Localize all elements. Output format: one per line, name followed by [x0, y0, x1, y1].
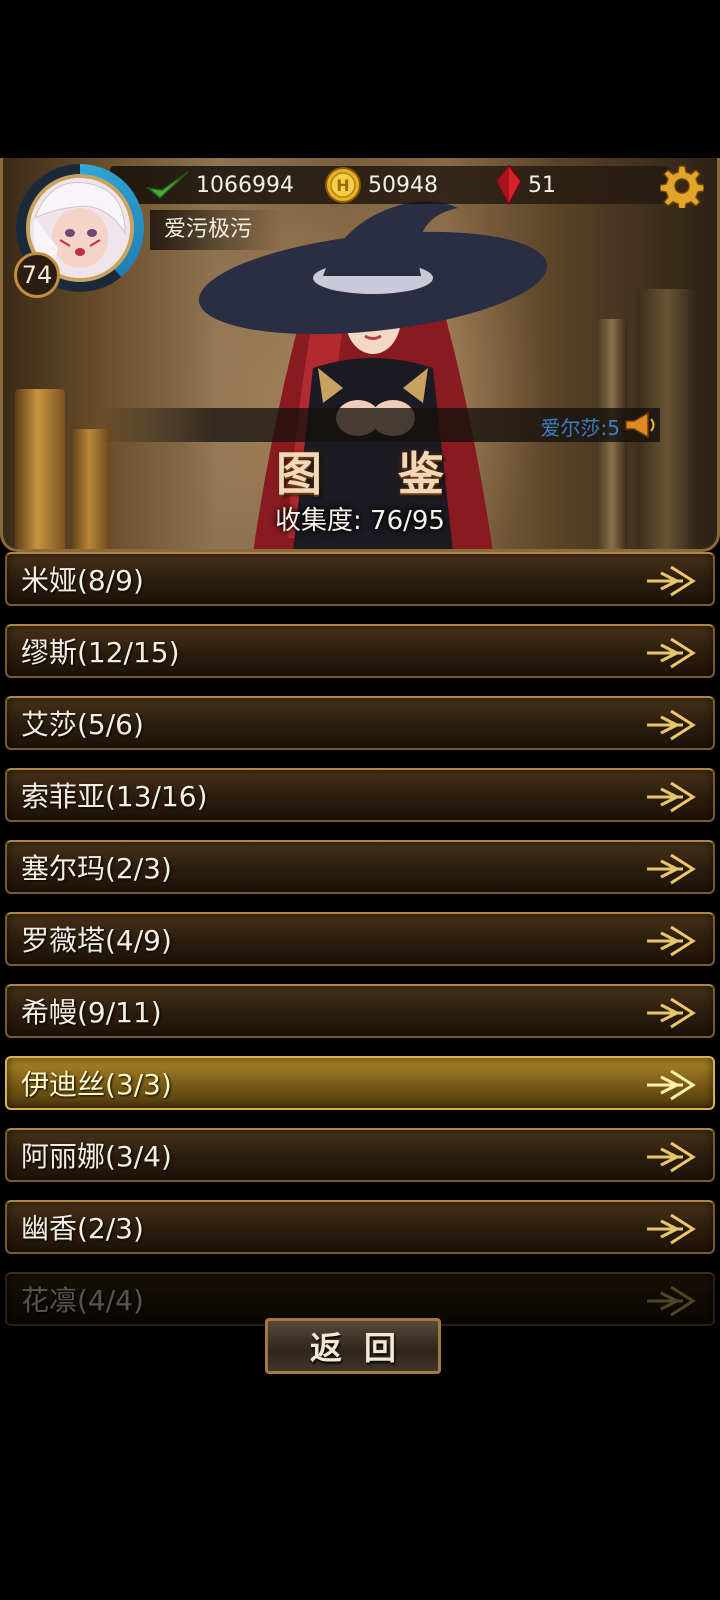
arrow-right-icon — [647, 709, 696, 741]
settings-gear-icon[interactable] — [660, 164, 704, 208]
svg-text:H: H — [336, 176, 349, 195]
arrow-right-icon — [647, 1285, 696, 1317]
gem-value: 51 — [528, 172, 556, 198]
page-title: 图 鉴 — [275, 447, 474, 501]
arrow-right-icon — [647, 1141, 696, 1173]
player-name: 爱污极污 — [150, 210, 283, 250]
arrow-right-icon — [647, 853, 696, 885]
announcement-marquee[interactable]: 爱尔莎:5 — [100, 408, 660, 442]
power-check-icon — [146, 171, 189, 199]
list-item[interactable]: 希幔(9/11) — [5, 984, 715, 1038]
list-item-label: 幽香(2/3) — [21, 1212, 144, 1245]
list-item-label: 伊迪丝(3/3) — [21, 1068, 172, 1101]
arrow-right-icon — [647, 997, 696, 1029]
gold-display: H 50948 — [324, 166, 438, 204]
list-item[interactable]: 缪斯(12/15) — [5, 624, 715, 678]
list-item[interactable]: 罗薇塔(4/9) — [5, 912, 715, 966]
arrow-right-icon — [647, 1069, 696, 1101]
list-item-label: 花凛(4/4) — [21, 1284, 144, 1317]
list-item-label: 缪斯(12/15) — [21, 636, 180, 669]
list-item-label: 米娅(8/9) — [21, 564, 144, 597]
arrow-right-icon — [647, 637, 696, 669]
arrow-right-icon — [647, 565, 696, 597]
arrow-right-icon — [647, 925, 696, 957]
list-item-label: 索菲亚(13/16) — [21, 780, 208, 813]
list-item[interactable]: 阿丽娜(3/4) — [5, 1128, 715, 1182]
gem-display: 51 — [496, 165, 556, 205]
list-item[interactable]: 米娅(8/9) — [5, 552, 715, 606]
list-item-label: 罗薇塔(4/9) — [21, 924, 172, 957]
back-button-label: 返回 — [309, 1329, 418, 1367]
list-item[interactable]: 艾莎(5/6) — [5, 696, 715, 750]
gold-value: 50948 — [368, 172, 438, 198]
power-value: 1066994 — [196, 172, 294, 198]
list-item[interactable]: 塞尔玛(2/3) — [5, 840, 715, 894]
red-gem-icon — [496, 165, 522, 205]
list-item-label: 希幔(9/11) — [21, 996, 162, 1029]
list-item[interactable]: 幽香(2/3) — [5, 1200, 715, 1254]
list-item-label: 阿丽娜(3/4) — [21, 1140, 172, 1173]
arrow-right-icon — [647, 781, 696, 813]
back-button[interactable]: 返回 — [265, 1318, 441, 1374]
list-item-selected[interactable]: 伊迪丝(3/3) — [5, 1056, 715, 1110]
collection-progress: 收集度: 76/95 — [275, 506, 445, 536]
gold-coin-icon: H — [325, 167, 361, 203]
loudspeaker-icon[interactable] — [624, 410, 658, 440]
player-level-badge: 74 — [14, 252, 60, 298]
marquee-text: 爱尔莎:5 — [540, 416, 620, 440]
list-item[interactable]: 索菲亚(13/16) — [5, 768, 715, 822]
list-item-label: 艾莎(5/6) — [21, 708, 144, 741]
arrow-right-icon — [647, 1213, 696, 1245]
list-item-label: 塞尔玛(2/3) — [21, 852, 172, 885]
power-display: 1066994 — [146, 166, 294, 204]
